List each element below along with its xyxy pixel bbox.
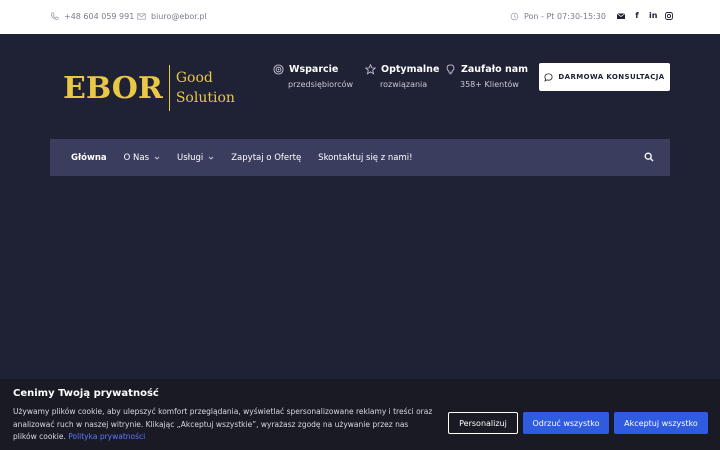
customize-cookies-button[interactable]: Personalizuj [448, 412, 518, 434]
cookie-consent-banner: Cenimy Twoją prywatność Używamy plików c… [0, 379, 720, 450]
main-navigation: Główna O Nas Usługi Zapytaj o Ofertę Sko… [50, 139, 670, 176]
feature-title: Wsparcie [289, 64, 339, 75]
clock-icon [510, 12, 519, 21]
email-contact[interactable]: biuro@ebor.pl [137, 12, 207, 21]
hours-text: Pon - Pt 07:30-15:30 [524, 12, 606, 21]
nav-item-label: Skontaktuj się z nami! [318, 152, 413, 163]
cookie-title: Cenimy Twoją prywatność [13, 388, 159, 399]
phone-number: +48 604 059 991 [64, 12, 135, 21]
target-icon [273, 64, 284, 75]
instagram-icon[interactable] [665, 11, 673, 21]
feature-support: Wsparcie przedsiębiorców [273, 64, 353, 89]
nav-item-about[interactable]: O Nas [124, 153, 160, 163]
envelope-icon [137, 13, 146, 20]
reject-all-button[interactable]: Odrzuć wszystko [523, 412, 609, 434]
chevron-down-icon [208, 156, 214, 160]
logo-tagline-line1: Good [175, 70, 213, 86]
chevron-down-icon [154, 156, 160, 160]
feature-title: Optymalne [381, 64, 440, 75]
free-consultation-button[interactable]: DARMOWA KONSULTACJA [539, 63, 670, 91]
logo-tagline: Good Solution [176, 68, 235, 108]
social-links: f in [617, 11, 673, 21]
logo-divider [168, 65, 170, 111]
linkedin-icon[interactable]: in [649, 11, 657, 21]
site-logo[interactable]: EBOR Good Solution [63, 64, 235, 112]
phone-icon [50, 12, 59, 20]
search-icon[interactable] [644, 152, 654, 162]
nav-item-label: Główna [71, 152, 107, 163]
email-address: biuro@ebor.pl [151, 12, 207, 21]
divider: · [128, 11, 131, 20]
feature-subtitle: 358+ Klientów [460, 80, 519, 89]
cta-label: DARMOWA KONSULTACJA [558, 73, 665, 81]
facebook-icon[interactable]: f [633, 11, 641, 21]
divider: · [602, 11, 605, 20]
opening-hours: Pon - Pt 07:30-15:30 [510, 12, 606, 21]
logo-wordmark: EBOR [63, 70, 163, 106]
nav-item-label: Usługi [177, 152, 204, 163]
nav-item-home[interactable]: Główna [71, 153, 107, 163]
nav-item-services[interactable]: Usługi [177, 153, 214, 163]
cookie-description: Używamy plików cookie, aby ulepszyć komf… [13, 406, 433, 444]
top-bar: +48 604 059 991 · biuro@ebor.pl Pon - Pt… [0, 0, 720, 34]
nav-item-contact[interactable]: Skontaktuj się z nami! [318, 153, 412, 163]
feature-title: Zaufało nam [461, 64, 529, 75]
feature-subtitle: rozwiązania [380, 80, 428, 89]
privacy-policy-link[interactable]: Polityka prywatności [68, 432, 145, 441]
nav-item-label: Zapytaj o Ofertę [231, 152, 302, 163]
email-icon[interactable] [617, 11, 625, 21]
feature-trust: Zaufało nam 358+ Klientów [445, 64, 528, 89]
nav-item-offer[interactable]: Zapytaj o Ofertę [231, 153, 301, 163]
feature-optimal: Optymalne rozwiązania [365, 64, 439, 89]
accept-all-button[interactable]: Akceptuj wszystko [614, 412, 708, 434]
feature-subtitle: przedsiębiorców [288, 80, 354, 89]
logo-tagline-line2: Solution [175, 90, 235, 106]
lightbulb-icon [446, 64, 455, 75]
phone-contact[interactable]: +48 604 059 991 [50, 12, 134, 21]
star-icon [365, 64, 376, 75]
chat-icon [544, 72, 553, 82]
nav-item-label: O Nas [123, 152, 150, 163]
